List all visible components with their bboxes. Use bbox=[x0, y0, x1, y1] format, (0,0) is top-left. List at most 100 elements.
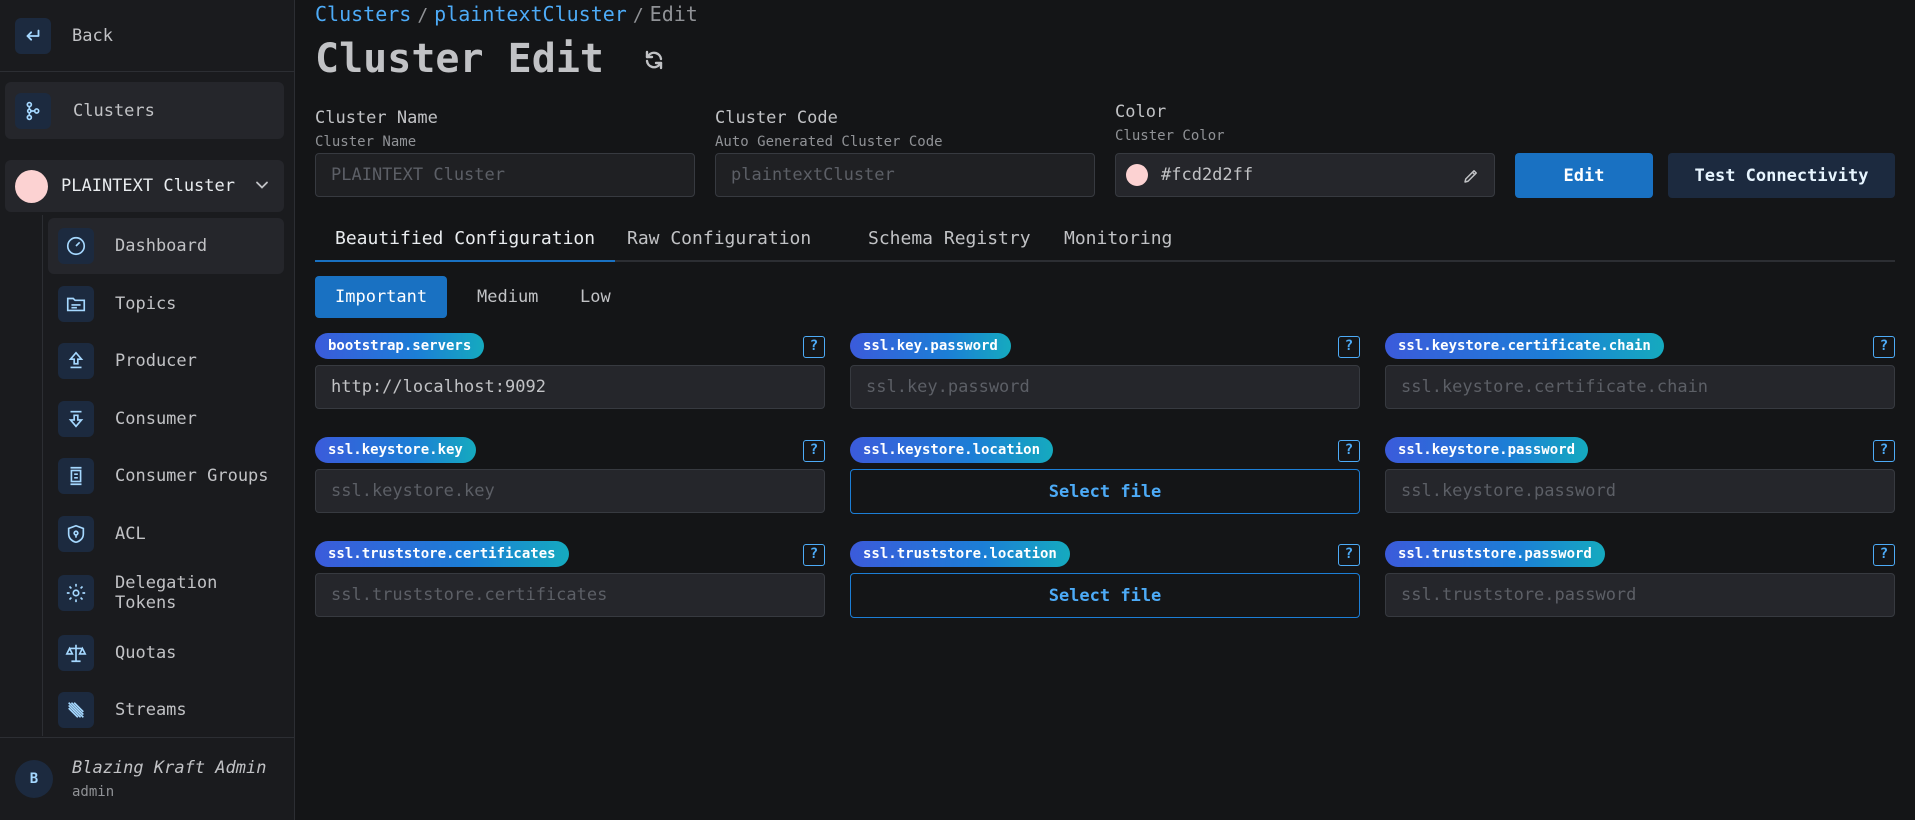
help-icon[interactable]: ? bbox=[1338, 544, 1360, 566]
streams-icon bbox=[58, 692, 94, 728]
sidebar-item-delegation-tokens[interactable]: Delegation Tokens bbox=[48, 563, 284, 623]
cluster-name-input[interactable] bbox=[315, 153, 695, 197]
scale-icon bbox=[58, 634, 94, 671]
color-swatch bbox=[1126, 164, 1148, 186]
gear-icon bbox=[58, 575, 94, 611]
sidebar-item-topics[interactable]: Topics bbox=[48, 276, 284, 332]
sidebar-item-label: Delegation Tokens bbox=[115, 573, 218, 613]
config-field: ssl.truststore.password ? bbox=[1385, 541, 1895, 636]
user-info: Blazing Kraft Admin admin bbox=[72, 758, 266, 800]
sidebar-item-label: ACL bbox=[115, 523, 146, 544]
config-key-badge: ssl.truststore.certificates bbox=[315, 541, 569, 567]
config-tabs: Beautified Configuration Raw Configurati… bbox=[315, 220, 1895, 262]
chevron-down-icon bbox=[256, 181, 268, 189]
color-input[interactable]: #fcd2d2ff bbox=[1115, 153, 1495, 197]
sidebar-item-quotas[interactable]: Quotas bbox=[48, 625, 284, 681]
help-icon[interactable]: ? bbox=[1873, 544, 1895, 566]
breadcrumb-current: Edit bbox=[649, 2, 698, 26]
sidebar-item-producer[interactable]: Producer bbox=[48, 333, 284, 389]
breadcrumb-clusters-link[interactable]: Clusters bbox=[315, 2, 411, 26]
config-key-badge: ssl.key.password bbox=[850, 333, 1011, 359]
test-connectivity-button[interactable]: Test Connectivity bbox=[1668, 153, 1895, 198]
filter-low[interactable]: Low bbox=[560, 276, 631, 318]
config-key-badge: ssl.truststore.password bbox=[1385, 541, 1605, 567]
user-name: Blazing Kraft Admin bbox=[72, 758, 267, 778]
sidebar: Back Clusters PLAINTEXT Cluster Dashboar… bbox=[0, 0, 295, 820]
color-label: Color bbox=[1115, 102, 1167, 122]
download-icon bbox=[58, 400, 94, 437]
color-value: #fcd2d2ff bbox=[1161, 165, 1254, 185]
config-key-badge: ssl.truststore.location bbox=[850, 541, 1070, 567]
cluster-code-label: Cluster Code bbox=[715, 108, 838, 128]
sidebar-item-acl[interactable]: ACL bbox=[48, 506, 284, 562]
cluster-code-description: Auto Generated Cluster Code bbox=[715, 134, 943, 150]
ssl-keystore-password-input[interactable] bbox=[1385, 469, 1895, 513]
bootstrap-servers-input[interactable] bbox=[315, 365, 825, 409]
group-icon bbox=[58, 458, 94, 494]
sidebar-item-consumer-groups[interactable]: Consumer Groups bbox=[48, 448, 284, 504]
config-field: ssl.truststore.location ? Select file bbox=[850, 541, 1360, 636]
cluster-name-description: Cluster Name bbox=[315, 134, 417, 150]
tab-beautified-configuration[interactable]: Beautified Configuration bbox=[315, 220, 616, 262]
shield-icon bbox=[58, 515, 94, 552]
tab-monitoring[interactable]: Monitoring bbox=[1044, 220, 1192, 262]
sidebar-item-label: Consumer bbox=[115, 408, 197, 429]
back-button[interactable]: Back bbox=[0, 0, 294, 72]
color-description: Cluster Color bbox=[1115, 128, 1225, 144]
help-icon[interactable]: ? bbox=[803, 440, 825, 462]
ssl-keystore-certificate-chain-input[interactable] bbox=[1385, 365, 1895, 409]
upload-icon bbox=[58, 343, 94, 379]
tab-raw-configuration[interactable]: Raw Configuration bbox=[607, 220, 831, 262]
config-key-badge: bootstrap.servers bbox=[315, 333, 485, 359]
config-key-badge: ssl.keystore.key bbox=[315, 437, 476, 463]
help-icon[interactable]: ? bbox=[803, 336, 825, 358]
sidebar-item-consumer[interactable]: Consumer bbox=[48, 391, 284, 447]
help-icon[interactable]: ? bbox=[1873, 440, 1895, 462]
color-picker-icon[interactable] bbox=[1462, 167, 1480, 185]
user-role: admin bbox=[72, 784, 115, 800]
filter-important[interactable]: Important bbox=[315, 276, 448, 318]
sidebar-item-dashboard[interactable]: Dashboard bbox=[48, 218, 284, 274]
config-field: ssl.key.password ? bbox=[850, 333, 1360, 428]
config-field: ssl.truststore.certificates ? bbox=[315, 541, 825, 636]
config-field: ssl.keystore.location ? Select file bbox=[850, 437, 1360, 532]
sidebar-item-label: Dashboard bbox=[115, 236, 208, 256]
cluster-code-input[interactable] bbox=[715, 153, 1095, 197]
help-icon[interactable]: ? bbox=[1873, 336, 1895, 358]
breadcrumb-separator: / bbox=[632, 5, 644, 26]
sidebar-item-streams[interactable]: Streams bbox=[48, 682, 284, 738]
sidebar-item-label: Topics bbox=[115, 293, 177, 314]
help-icon[interactable]: ? bbox=[803, 544, 825, 566]
tab-schema-registry[interactable]: Schema Registry bbox=[848, 220, 1051, 262]
cluster-selector[interactable]: PLAINTEXT Cluster bbox=[5, 160, 284, 212]
select-file-button[interactable]: Select file bbox=[850, 469, 1360, 514]
config-field: ssl.keystore.certificate.chain ? bbox=[1385, 333, 1895, 428]
breadcrumb-separator: / bbox=[417, 5, 429, 26]
ssl-truststore-certificates-input[interactable] bbox=[315, 573, 825, 617]
select-file-button[interactable]: Select file bbox=[850, 573, 1360, 618]
back-arrow-icon bbox=[15, 17, 51, 54]
page-title: Cluster Edit bbox=[315, 36, 604, 82]
folder-icon bbox=[58, 285, 94, 322]
sidebar-item-label: Streams bbox=[115, 700, 187, 720]
ssl-keystore-key-input[interactable] bbox=[315, 469, 825, 513]
sidebar-item-label: Producer bbox=[115, 351, 197, 371]
sidebar-item-label: Quotas bbox=[115, 642, 177, 663]
config-field: ssl.keystore.key ? bbox=[315, 437, 825, 532]
config-key-badge: ssl.keystore.certificate.chain bbox=[1385, 333, 1664, 359]
sidebar-item-label: Consumer Groups bbox=[115, 466, 269, 486]
ssl-truststore-password-input[interactable] bbox=[1385, 573, 1895, 617]
help-icon[interactable]: ? bbox=[1338, 336, 1360, 358]
filter-medium[interactable]: Medium bbox=[457, 276, 558, 318]
breadcrumb-cluster-link[interactable]: plaintextCluster bbox=[434, 2, 627, 26]
user-menu[interactable]: B Blazing Kraft Admin admin bbox=[0, 737, 294, 820]
app-root: Back Clusters PLAINTEXT Cluster Dashboar… bbox=[0, 0, 1915, 820]
refresh-icon[interactable] bbox=[642, 48, 666, 72]
gauge-icon bbox=[58, 228, 94, 264]
edit-button[interactable]: Edit bbox=[1515, 153, 1653, 198]
config-key-badge: ssl.keystore.location bbox=[850, 437, 1054, 463]
back-label: Back bbox=[72, 25, 113, 46]
sidebar-item-clusters[interactable]: Clusters bbox=[5, 82, 284, 139]
ssl-key-password-input[interactable] bbox=[850, 365, 1360, 409]
help-icon[interactable]: ? bbox=[1338, 440, 1360, 462]
